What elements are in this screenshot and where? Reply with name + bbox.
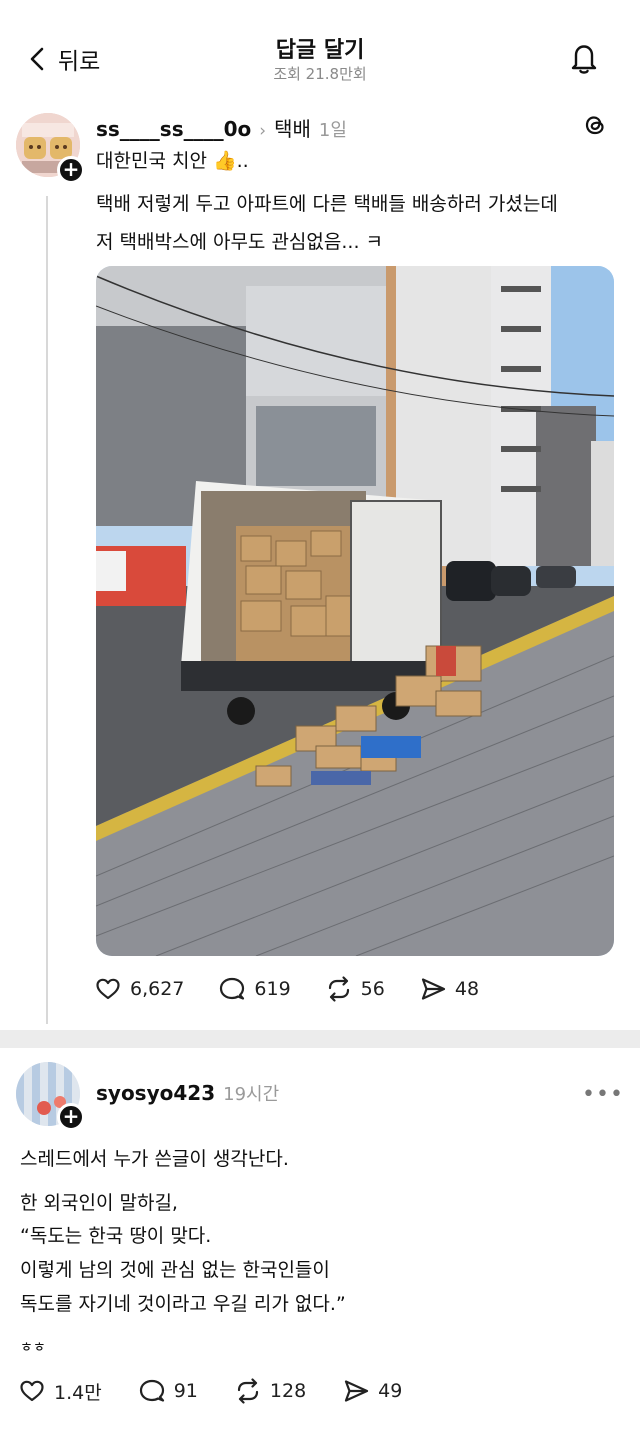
post-username[interactable]: ss____ss____0o [96, 117, 251, 141]
post-meta: ss____ss____0o › 택배 1일 [96, 113, 347, 142]
reply-button[interactable]: 91 [138, 1377, 198, 1405]
send-icon [345, 1380, 369, 1402]
repost-icon [237, 1378, 258, 1404]
reply-text-line: 스레드에서 누가 쓴글이 생각난다. [20, 1148, 289, 1170]
reply-count: 619 [254, 978, 291, 1000]
repost-button[interactable]: 56 [325, 975, 385, 1003]
reply-meta: syosyo423 19시간 [96, 1080, 279, 1106]
like-button[interactable]: 1.4만 [18, 1377, 102, 1405]
bell-icon[interactable] [567, 40, 601, 76]
post-actions: 6,627 619 56 48 [94, 975, 513, 1003]
reply-text-line: 한 외국인이 말하길, [20, 1192, 178, 1214]
chevron-right-icon: › [259, 121, 267, 141]
post-photo[interactable] [96, 266, 614, 956]
reply-count: 91 [173, 1380, 198, 1402]
share-button[interactable]: 48 [419, 975, 479, 1003]
share-count: 49 [378, 1380, 403, 1402]
repost-count: 128 [269, 1380, 307, 1402]
view-count: 조회 21.8만회 [273, 65, 367, 83]
reply-username[interactable]: syosyo423 [96, 1081, 215, 1105]
like-button[interactable]: 6,627 [94, 975, 184, 1003]
post-text-line: 택배 저렇게 두고 아파트에 다른 택배들 배송하러 가셨는데 [96, 193, 558, 215]
reply-text-line: 이렇게 남의 것에 관심 없는 한국인들이 [20, 1259, 330, 1281]
post-topic[interactable]: 택배 [274, 113, 311, 142]
share-count: 48 [454, 978, 480, 1000]
reply-actions: 1.4만 91 128 49 [18, 1377, 438, 1405]
send-icon [421, 978, 445, 1000]
repost-icon [328, 976, 349, 1002]
threads-logo-icon[interactable] [580, 110, 610, 140]
repost-count: 56 [360, 978, 385, 1000]
thread-line [46, 196, 48, 1024]
heart-icon [20, 1380, 44, 1402]
like-count: 6,627 [130, 978, 185, 1000]
repost-button[interactable]: 128 [234, 1377, 306, 1405]
post-time: 1일 [318, 120, 347, 141]
more-icon[interactable]: ••• [582, 1082, 624, 1107]
follow-plus-icon[interactable]: + [57, 1103, 85, 1131]
page-title: 답글 달기 [275, 38, 365, 63]
share-button[interactable]: 49 [342, 1377, 402, 1405]
post-text-line: 저 택배박스에 아무도 관심없음... ㅋ [96, 231, 383, 253]
reply-text-line: ㅎㅎ [20, 1340, 46, 1356]
comment-icon [139, 1379, 164, 1402]
like-count: 1.4만 [54, 1381, 102, 1404]
comment-icon [220, 977, 245, 1000]
reply-time: 19시간 [223, 1084, 280, 1105]
follow-plus-icon[interactable]: + [57, 156, 85, 184]
reply-button[interactable]: 619 [218, 975, 291, 1003]
post-text-line: 대한민국 치안 👍.. [96, 150, 249, 172]
heart-icon [96, 978, 120, 1000]
reply-text-line: “독도는 한국 땅이 맞다. [20, 1225, 212, 1247]
reply-text-line: 독도를 자기네 것이라고 우길 리가 없다.” [20, 1293, 346, 1315]
